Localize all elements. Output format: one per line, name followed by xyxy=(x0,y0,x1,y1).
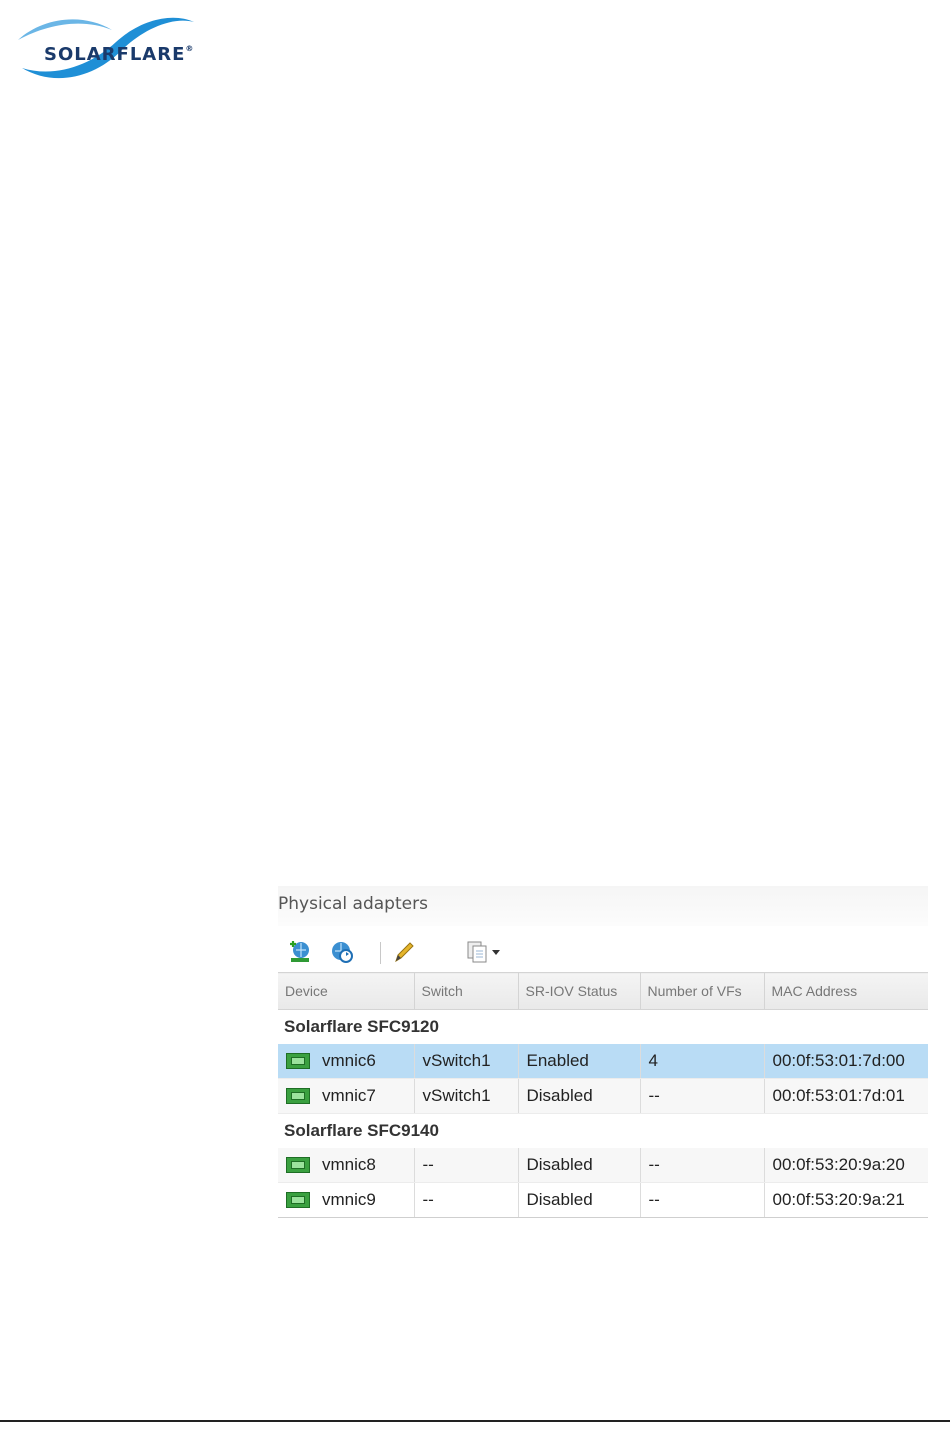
device-name: vmnic6 xyxy=(322,1051,376,1070)
refresh-network-icon xyxy=(332,942,353,963)
device-name: vmnic7 xyxy=(322,1086,376,1105)
add-network-icon xyxy=(290,941,309,962)
group-label: Solarflare SFC9140 xyxy=(278,1113,928,1148)
vfs-cell: -- xyxy=(640,1182,765,1218)
column-header-switch[interactable]: Switch xyxy=(414,972,519,1010)
table-row[interactable]: vmnic9 -- Disabled -- 00:0f:53:20:9a:21 xyxy=(278,1182,928,1218)
group-label: Solarflare SFC9120 xyxy=(278,1009,928,1044)
copy-menu-icon xyxy=(467,941,500,963)
table-row[interactable]: vmnic6 vSwitch1 Enabled 4 00:0f:53:01:7d… xyxy=(278,1044,928,1079)
group-row: Solarflare SFC9120 xyxy=(278,1009,928,1044)
page-footer-rule xyxy=(0,1420,950,1422)
network-adapter-icon xyxy=(286,1191,310,1208)
column-header-sriov-status[interactable]: SR-IOV Status xyxy=(518,972,641,1010)
copy-menu-button[interactable] xyxy=(466,940,510,964)
edit-pencil-icon xyxy=(395,942,414,963)
mac-cell: 00:0f:53:20:9a:21 xyxy=(764,1182,928,1218)
switch-cell: vSwitch1 xyxy=(414,1044,519,1079)
mac-cell: 00:0f:53:01:7d:00 xyxy=(764,1044,928,1079)
panel-title: Physical adapters xyxy=(278,894,428,914)
refresh-network-button[interactable] xyxy=(330,940,354,964)
table-row[interactable]: vmnic7 vSwitch1 Disabled -- 00:0f:53:01:… xyxy=(278,1078,928,1114)
mac-cell: 00:0f:53:20:9a:20 xyxy=(764,1148,928,1183)
sriov-status-cell: Disabled xyxy=(518,1078,641,1114)
sriov-status-cell: Enabled xyxy=(518,1044,641,1079)
group-row: Solarflare SFC9140 xyxy=(278,1113,928,1148)
mac-cell: 00:0f:53:01:7d:01 xyxy=(764,1078,928,1114)
network-adapter-icon xyxy=(286,1052,310,1069)
table-header-row: Device Switch SR-IOV Status Number of VF… xyxy=(278,972,928,1010)
network-adapter-icon xyxy=(286,1087,310,1104)
adapters-toolbar xyxy=(288,940,548,966)
network-adapter-icon xyxy=(286,1156,310,1173)
sriov-status-cell: Disabled xyxy=(518,1148,641,1183)
device-cell: vmnic9 xyxy=(278,1182,415,1218)
sriov-status-cell: Disabled xyxy=(518,1182,641,1218)
column-header-device[interactable]: Device xyxy=(278,972,415,1010)
adapters-table: Device Switch SR-IOV Status Number of VF… xyxy=(278,972,928,1218)
device-cell: vmnic8 xyxy=(278,1148,415,1183)
column-header-mac-address[interactable]: MAC Address xyxy=(764,972,928,1010)
column-header-number-of-vfs[interactable]: Number of VFs xyxy=(640,972,765,1010)
add-network-button[interactable] xyxy=(288,940,312,964)
logo-text: SOLARFLARE xyxy=(44,44,186,65)
logo-registered-mark: ® xyxy=(185,44,195,53)
vfs-cell: -- xyxy=(640,1078,765,1114)
edit-button[interactable] xyxy=(392,940,416,964)
vfs-cell: -- xyxy=(640,1148,765,1183)
logo-wordmark: SOLARFLARE® xyxy=(44,44,194,65)
device-cell: vmnic6 xyxy=(278,1044,415,1079)
switch-cell: vSwitch1 xyxy=(414,1078,519,1114)
device-cell: vmnic7 xyxy=(278,1078,415,1114)
vfs-cell: 4 xyxy=(640,1044,765,1079)
device-name: vmnic8 xyxy=(322,1155,376,1174)
switch-cell: -- xyxy=(414,1182,519,1218)
table-row[interactable]: vmnic8 -- Disabled -- 00:0f:53:20:9a:20 xyxy=(278,1148,928,1183)
panel-header: Physical adapters xyxy=(278,886,928,926)
solarflare-logo: SOLARFLARE® xyxy=(12,10,202,84)
toolbar-separator xyxy=(380,942,381,964)
physical-adapters-panel: Physical adapters Device Switch SR-IOV S… xyxy=(278,886,928,1218)
switch-cell: -- xyxy=(414,1148,519,1183)
device-name: vmnic9 xyxy=(322,1190,376,1209)
